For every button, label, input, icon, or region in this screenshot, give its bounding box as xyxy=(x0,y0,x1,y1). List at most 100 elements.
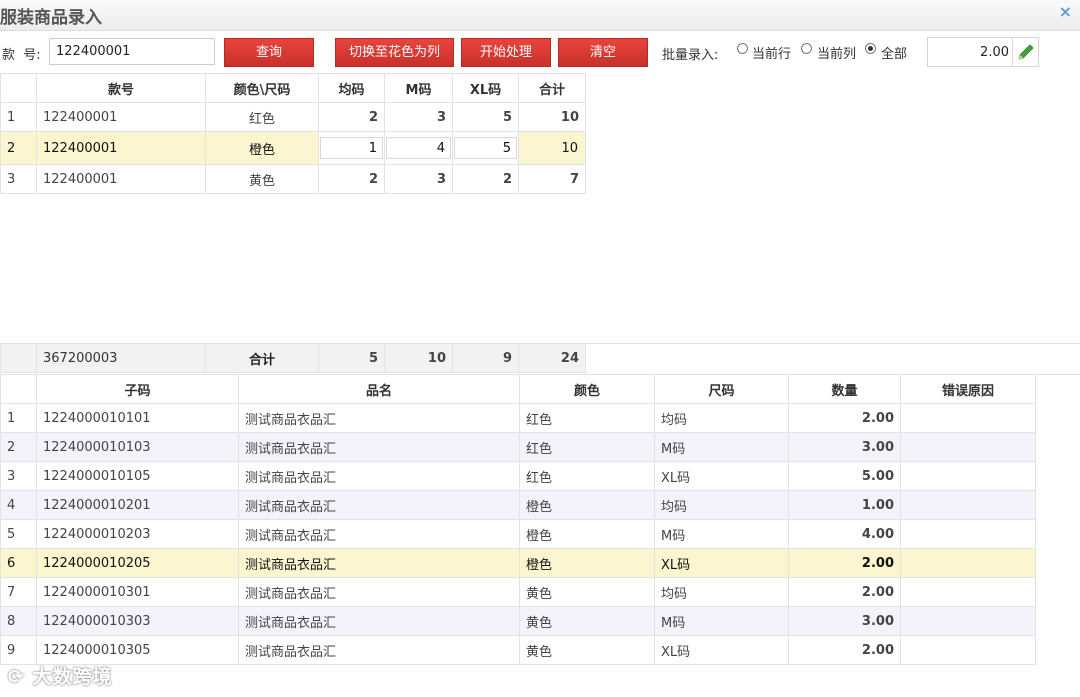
column-header[interactable]: 品名 xyxy=(238,374,520,404)
size-cell[interactable]: M码 xyxy=(654,519,789,549)
color-cell[interactable]: 橙色 xyxy=(519,519,655,549)
qty-editor[interactable]: 5 xyxy=(454,137,517,159)
color-cell[interactable]: 橙色 xyxy=(205,131,319,165)
quantity-cell[interactable]: 2.00 xyxy=(788,577,901,607)
size-cell[interactable]: M码 xyxy=(654,606,789,636)
subcode-cell[interactable]: 1224000010205 xyxy=(36,548,239,578)
qty-cell[interactable]: 2 xyxy=(318,102,385,132)
qty-edit-cell[interactable]: 4 xyxy=(384,131,453,165)
close-icon[interactable]: × xyxy=(1059,2,1072,21)
table-row-selected[interactable]: 6 1224000010205 测试商品衣品汇 橙色 XL码 2.00 xyxy=(0,548,1036,578)
qty-cell[interactable]: 2 xyxy=(452,164,519,194)
radio-current-column[interactable] xyxy=(801,43,812,54)
size-cell[interactable]: XL码 xyxy=(654,461,789,491)
quantity-cell[interactable]: 4.00 xyxy=(788,519,901,549)
pencil-icon[interactable] xyxy=(1016,42,1036,62)
product-name-cell[interactable]: 测试商品衣品汇 xyxy=(238,519,520,549)
color-cell[interactable]: 橙色 xyxy=(519,548,655,578)
subcode-cell[interactable]: 1224000010201 xyxy=(36,490,239,520)
table-row[interactable]: 3 1224000010105 测试商品衣品汇 红色 XL码 5.00 xyxy=(0,461,1036,491)
style-cell[interactable]: 122400001 xyxy=(36,164,206,194)
quantity-cell[interactable]: 3.00 xyxy=(788,432,901,462)
quantity-cell[interactable]: 1.00 xyxy=(788,490,901,520)
table-row[interactable]: 2 1224000010103 测试商品衣品汇 红色 M码 3.00 xyxy=(0,432,1036,462)
color-cell[interactable]: 橙色 xyxy=(519,490,655,520)
radio-all[interactable] xyxy=(865,43,876,54)
column-header[interactable]: XL码 xyxy=(452,73,519,103)
product-name-cell[interactable]: 测试商品衣品汇 xyxy=(238,606,520,636)
radio-all-label: 全部 xyxy=(881,47,908,62)
subcode-cell[interactable]: 1224000010303 xyxy=(36,606,239,636)
product-name-cell[interactable]: 测试商品衣品汇 xyxy=(238,432,520,462)
product-name-cell[interactable]: 测试商品衣品汇 xyxy=(238,461,520,491)
product-name-cell[interactable]: 测试商品衣品汇 xyxy=(238,548,520,578)
table-row[interactable]: 4 1224000010201 测试商品衣品汇 橙色 均码 1.00 xyxy=(0,490,1036,520)
subcode-cell[interactable]: 1224000010101 xyxy=(36,403,239,433)
qty-cell[interactable]: 2 xyxy=(318,164,385,194)
size-cell[interactable]: 均码 xyxy=(654,577,789,607)
size-cell[interactable]: 均码 xyxy=(654,403,789,433)
color-cell[interactable]: 黄色 xyxy=(205,164,319,194)
switch-color-column-button[interactable]: 切换至花色为列 xyxy=(335,38,454,67)
table-row[interactable]: 5 1224000010203 测试商品衣品汇 橙色 M码 4.00 xyxy=(0,519,1036,549)
quantity-cell[interactable]: 2.00 xyxy=(788,548,901,578)
table-row[interactable]: 7 1224000010301 测试商品衣品汇 黄色 均码 2.00 xyxy=(0,577,1036,607)
size-cell[interactable]: M码 xyxy=(654,432,789,462)
radio-current-row[interactable] xyxy=(737,43,748,54)
column-header[interactable]: 错误原因 xyxy=(900,374,1036,404)
subcode-cell[interactable]: 1224000010305 xyxy=(36,635,239,665)
query-button[interactable]: 查询 xyxy=(224,38,314,67)
quantity-cell[interactable]: 5.00 xyxy=(788,461,901,491)
column-header[interactable]: 合计 xyxy=(518,73,586,103)
product-name-cell[interactable]: 测试商品衣品汇 xyxy=(238,403,520,433)
color-cell[interactable]: 红色 xyxy=(519,461,655,491)
product-name-cell[interactable]: 测试商品衣品汇 xyxy=(238,490,520,520)
qty-cell[interactable]: 3 xyxy=(384,102,453,132)
start-processing-button[interactable]: 开始处理 xyxy=(461,38,551,67)
subcode-cell[interactable]: 1224000010203 xyxy=(36,519,239,549)
table-row[interactable]: 8 1224000010303 测试商品衣品汇 黄色 M码 3.00 xyxy=(0,606,1036,636)
qty-cell[interactable]: 5 xyxy=(452,102,519,132)
qty-edit-cell[interactable]: 5 xyxy=(452,131,519,165)
subcode-cell[interactable]: 1224000010301 xyxy=(36,577,239,607)
quantity-cell[interactable]: 3.00 xyxy=(788,606,901,636)
column-header[interactable]: 尺码 xyxy=(654,374,789,404)
clear-button[interactable]: 清空 xyxy=(558,38,648,67)
color-cell[interactable]: 红色 xyxy=(519,432,655,462)
table-row[interactable]: 1 122400001 红色 2 3 5 10 xyxy=(0,102,586,132)
subcode-cell[interactable]: 1224000010103 xyxy=(36,432,239,462)
table-row[interactable]: 3 122400001 黄色 2 3 2 7 xyxy=(0,164,586,194)
color-cell[interactable]: 红色 xyxy=(205,102,319,132)
style-cell[interactable]: 122400001 xyxy=(36,102,206,132)
product-name-cell[interactable]: 测试商品衣品汇 xyxy=(238,635,520,665)
size-cell[interactable]: 均码 xyxy=(654,490,789,520)
qty-editor[interactable]: 4 xyxy=(386,137,451,159)
table-row[interactable]: 9 1224000010305 测试商品衣品汇 黄色 XL码 2.00 xyxy=(0,635,1036,665)
qty-editor[interactable]: 1 xyxy=(320,137,383,159)
size-cell[interactable]: XL码 xyxy=(654,548,789,578)
style-number-input[interactable] xyxy=(49,38,215,65)
subcode-cell[interactable]: 1224000010105 xyxy=(36,461,239,491)
column-header[interactable]: 数量 xyxy=(788,374,901,404)
qty-cell[interactable]: 3 xyxy=(384,164,453,194)
column-header[interactable]: 款号 xyxy=(36,73,206,103)
column-header[interactable]: 均码 xyxy=(318,73,385,103)
product-name-cell[interactable]: 测试商品衣品汇 xyxy=(238,577,520,607)
table-row[interactable]: 1 1224000010101 测试商品衣品汇 红色 均码 2.00 xyxy=(0,403,1036,433)
quantity-cell[interactable]: 2.00 xyxy=(788,635,901,665)
color-cell[interactable]: 黄色 xyxy=(519,635,655,665)
column-header[interactable]: 颜色\尺码 xyxy=(205,73,319,103)
detail-body: 1 1224000010101 测试商品衣品汇 红色 均码 2.00 2 1224000010… xyxy=(0,403,1036,665)
color-cell[interactable]: 黄色 xyxy=(519,606,655,636)
qty-edit-cell[interactable]: 1 xyxy=(318,131,385,165)
color-cell[interactable]: 红色 xyxy=(519,403,655,433)
column-header[interactable]: 子码 xyxy=(36,374,239,404)
batch-value-input[interactable] xyxy=(929,39,1009,65)
quantity-cell[interactable]: 2.00 xyxy=(788,403,901,433)
style-cell[interactable]: 122400001 xyxy=(36,131,206,165)
color-cell[interactable]: 黄色 xyxy=(519,577,655,607)
column-header[interactable]: 颜色 xyxy=(519,374,655,404)
column-header[interactable]: M码 xyxy=(384,73,453,103)
table-row-selected[interactable]: 2 122400001 橙色 1 4 5 10 xyxy=(0,131,586,165)
size-cell[interactable]: XL码 xyxy=(654,635,789,665)
